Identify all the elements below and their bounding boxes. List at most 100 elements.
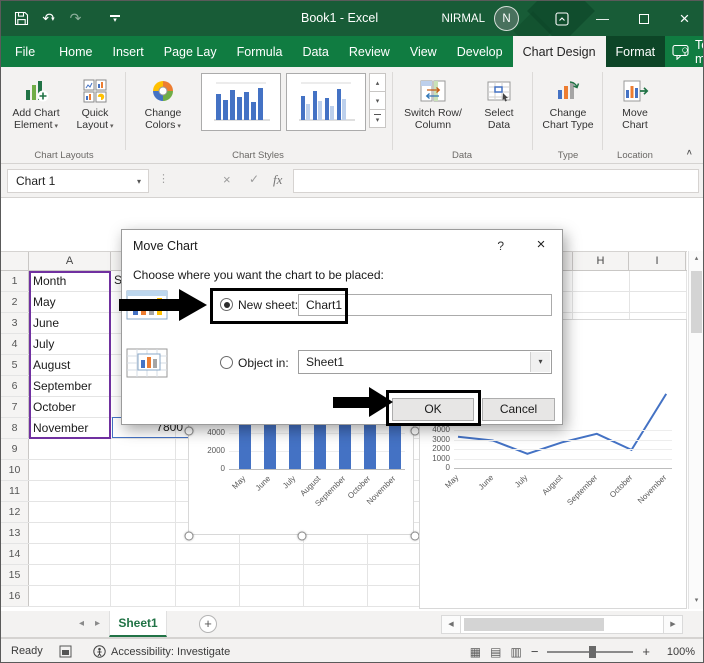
object-in-radio[interactable] — [220, 356, 233, 369]
column-header-h[interactable]: H — [572, 252, 629, 271]
selection-handle[interactable] — [184, 531, 194, 541]
chart-style-thumbnail-2[interactable] — [286, 73, 366, 131]
scroll-left-icon[interactable]: ◀ — [441, 615, 461, 634]
cell-column-a[interactable]: November — [29, 418, 111, 438]
macro-record-icon[interactable] — [59, 645, 72, 661]
tab-insert[interactable]: Insert — [103, 36, 154, 67]
close-button[interactable]: × — [664, 1, 703, 36]
sheet-nav-right-icon[interactable]: ▸ — [95, 618, 100, 629]
row-header[interactable]: 8 — [1, 418, 29, 438]
tab-review[interactable]: Review — [339, 36, 400, 67]
name-box-dropdown-icon[interactable]: ▾ — [137, 171, 141, 193]
cell-column-a[interactable] — [29, 523, 111, 543]
redo-icon[interactable]: ↷ — [63, 6, 88, 32]
select-all-corner[interactable] — [1, 252, 29, 271]
formula-input[interactable] — [293, 169, 699, 193]
row-header[interactable]: 7 — [1, 397, 29, 417]
maximize-button[interactable] — [623, 1, 664, 36]
row-header[interactable]: 12 — [1, 502, 29, 522]
minimize-button[interactable]: — — [582, 1, 623, 36]
comment-icon[interactable] — [672, 44, 689, 63]
row-header[interactable]: 10 — [1, 460, 29, 480]
accessibility-status[interactable]: Accessibility: Investigate — [93, 645, 230, 658]
row-header[interactable]: 14 — [1, 544, 29, 564]
horizontal-scrollbar[interactable]: ◀ ▶ — [441, 615, 683, 634]
gallery-scroll-up-icon[interactable]: ▴ — [369, 73, 386, 92]
tab-format[interactable]: Format — [605, 36, 666, 67]
scroll-up-icon[interactable]: ▴ — [689, 251, 703, 267]
normal-view-icon[interactable]: ▦ — [470, 645, 481, 659]
avatar[interactable]: N — [494, 6, 519, 31]
cell-column-a[interactable]: September — [29, 376, 111, 396]
cell-column-a[interactable] — [29, 586, 111, 606]
change-chart-type-button[interactable]: Change Chart Type — [537, 71, 599, 132]
column-header-i[interactable]: I — [629, 252, 686, 271]
row-header[interactable]: 5 — [1, 355, 29, 375]
dialog-help-button[interactable]: ? — [497, 239, 504, 253]
customize-quick-access-icon[interactable]: ▾ — [104, 14, 126, 24]
column-header-a[interactable]: A — [29, 252, 111, 271]
cell-column-a[interactable]: May — [29, 292, 111, 312]
cell-column-a[interactable] — [29, 481, 111, 501]
vertical-scrollbar[interactable]: ▴ ▾ — [688, 251, 703, 609]
cell-column-a[interactable]: June — [29, 313, 111, 333]
vertical-scroll-thumb[interactable] — [691, 271, 702, 333]
save-icon[interactable] — [9, 6, 34, 32]
cell-column-a[interactable] — [29, 460, 111, 480]
cell-column-a[interactable]: August — [29, 355, 111, 375]
cell-column-a[interactable] — [29, 439, 111, 459]
scroll-down-icon[interactable]: ▾ — [689, 593, 703, 609]
sheet-nav-left-icon[interactable]: ◂ — [79, 618, 84, 629]
zoom-in-icon[interactable]: + — [642, 644, 650, 659]
gallery-more-icon[interactable]: ▾ — [369, 109, 386, 128]
change-colors-button[interactable]: Change Colors ▾ — [129, 71, 197, 132]
ok-button[interactable]: OK — [392, 398, 474, 421]
user-name[interactable]: NIRMAL — [442, 13, 485, 25]
page-layout-view-icon[interactable]: ▤ — [490, 645, 501, 659]
zoom-slider-thumb[interactable] — [589, 645, 597, 658]
tab-data[interactable]: Data — [292, 36, 338, 67]
object-in-select[interactable]: Sheet1 ▾ — [298, 350, 552, 374]
sheet-tab-sheet1[interactable]: Sheet1 — [109, 611, 167, 637]
page-break-view-icon[interactable]: ▥ — [510, 645, 521, 659]
cell-column-a[interactable]: July — [29, 334, 111, 354]
row-header[interactable]: 16 — [1, 586, 29, 606]
row-header[interactable]: 11 — [1, 481, 29, 501]
cell-column-a[interactable]: October — [29, 397, 111, 417]
row-header[interactable]: 15 — [1, 565, 29, 585]
cell-column-a[interactable] — [29, 544, 111, 564]
move-chart-button[interactable]: Move Chart — [607, 71, 663, 132]
selection-handle[interactable] — [184, 426, 194, 436]
switch-row-column-button[interactable]: Switch Row/ Column — [397, 71, 469, 132]
tab-home[interactable]: Home — [49, 36, 102, 67]
tab-view[interactable]: View — [400, 36, 447, 67]
horizontal-scroll-thumb[interactable] — [464, 618, 604, 631]
row-header[interactable]: 3 — [1, 313, 29, 333]
horizontal-scroll-track[interactable] — [461, 615, 663, 634]
gallery-scroll-down-icon[interactable]: ▾ — [369, 91, 386, 110]
selection-handle[interactable] — [297, 531, 307, 541]
tab-formulas[interactable]: Formula — [227, 36, 293, 67]
cell-column-a[interactable] — [29, 565, 111, 585]
confirm-entry-icon[interactable]: ✓ — [249, 172, 259, 186]
cell-column-a[interactable] — [29, 502, 111, 522]
new-sheet-radio[interactable] — [220, 298, 233, 311]
tab-page-layout[interactable]: Page Lay — [154, 36, 227, 67]
cancel-button[interactable]: Cancel — [482, 398, 555, 421]
dialog-close-button[interactable]: × — [524, 233, 558, 256]
cell-column-a[interactable]: Month — [29, 271, 111, 291]
row-header[interactable]: 1 — [1, 271, 29, 291]
insert-function-icon[interactable]: fx — [273, 172, 282, 188]
row-header[interactable]: 13 — [1, 523, 29, 543]
tab-developer[interactable]: Develop — [447, 36, 513, 67]
row-header[interactable]: 9 — [1, 439, 29, 459]
new-sheet-name-input[interactable] — [298, 294, 552, 316]
cancel-entry-icon[interactable]: × — [223, 172, 231, 187]
add-chart-element-button[interactable]: Add Chart Element ▾ — [5, 71, 67, 132]
row-header[interactable]: 2 — [1, 292, 29, 312]
quick-layout-button[interactable]: Quick Layout ▾ — [67, 71, 123, 132]
zoom-slider[interactable] — [547, 645, 634, 658]
zoom-level[interactable]: 100% — [659, 646, 695, 658]
chart-style-thumbnail-1[interactable] — [201, 73, 281, 131]
zoom-out-icon[interactable]: − — [531, 644, 539, 659]
